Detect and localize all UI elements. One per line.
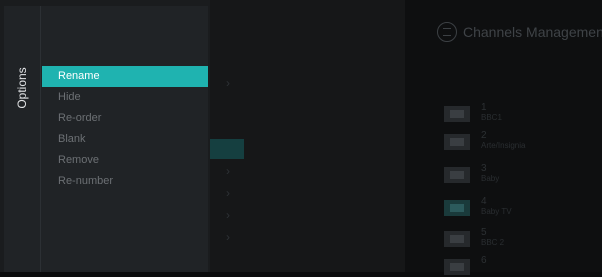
tv-thumbnail-icon — [444, 134, 470, 150]
channels-management-header: Channels Management — [437, 20, 602, 44]
chevron-right-icon: › — [226, 164, 230, 178]
background-middle-column — [210, 0, 405, 272]
channel-row: 4 Baby TV — [444, 196, 594, 218]
channel-row: 3 Baby — [444, 163, 594, 185]
menu-item-rename[interactable]: Rename — [42, 66, 208, 87]
chevron-right-icon: › — [226, 76, 230, 90]
tv-thumbnail-icon — [444, 200, 470, 216]
chevron-right-icon: › — [226, 208, 230, 222]
channel-name: BBC1 — [481, 113, 502, 122]
page-title: Channels Management — [463, 24, 602, 40]
chevron-right-icon: › — [226, 230, 230, 244]
tv-thumbnail-icon — [444, 231, 470, 247]
options-panel: Options Rename Hide Re-order Blank Remov… — [4, 6, 208, 272]
channel-row: 6 — [444, 255, 594, 277]
channel-name: BBC 2 — [481, 238, 505, 247]
channel-number: 3 — [481, 163, 487, 174]
options-label-strip: Options — [4, 6, 41, 272]
channel-row: 5 BBC 2 — [444, 227, 594, 249]
channel-number: 6 — [481, 255, 487, 266]
menu-item-blank[interactable]: Blank — [42, 129, 208, 150]
channel-row: 2 Arte/Insignia — [444, 130, 594, 152]
tv-thumbnail-icon — [444, 167, 470, 183]
channel-name: Baby — [481, 174, 500, 183]
channel-number: 2 — [481, 130, 487, 141]
channel-name: Arte/Insignia — [481, 141, 526, 150]
menu-item-hide[interactable]: Hide — [42, 87, 208, 108]
options-panel-title: Options — [15, 67, 29, 109]
channel-row: 1 BBC1 — [444, 102, 594, 124]
tv-thumbnail-icon — [444, 106, 470, 122]
options-menu: Rename Hide Re-order Blank Remove Re-num… — [42, 66, 208, 192]
channel-number: 4 — [481, 196, 487, 207]
menu-item-re-order[interactable]: Re-order — [42, 108, 208, 129]
menu-item-re-number[interactable]: Re-number — [42, 171, 208, 192]
channel-number: 5 — [481, 227, 487, 238]
menu-item-remove[interactable]: Remove — [42, 150, 208, 171]
channel-number: 1 — [481, 102, 487, 113]
list-circle-icon — [437, 22, 457, 42]
tv-thumbnail-icon — [444, 259, 470, 275]
channel-name: Baby TV — [481, 207, 512, 216]
background-focus-highlight — [210, 139, 244, 159]
chevron-right-icon: › — [226, 186, 230, 200]
